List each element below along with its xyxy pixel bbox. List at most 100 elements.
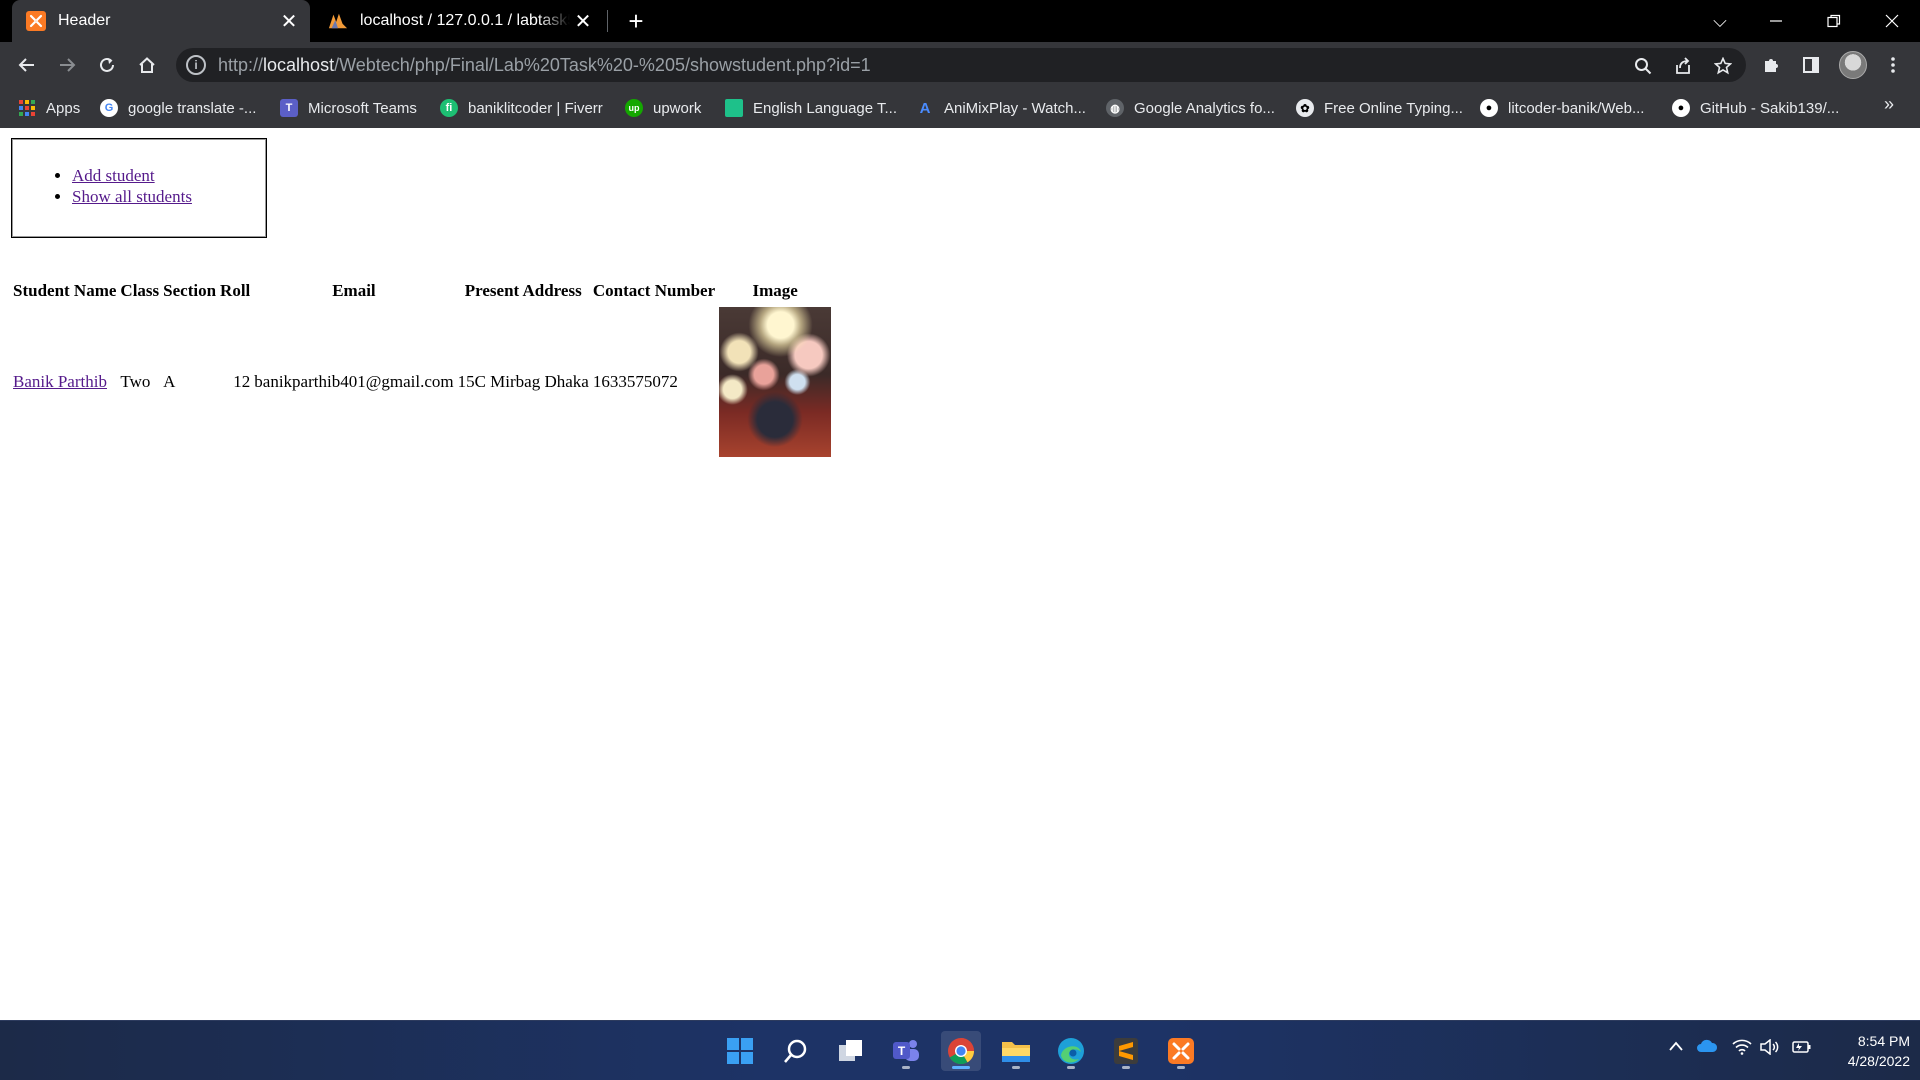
tab-title: Header [58,12,111,29]
system-clock[interactable]: 8:54 PM 4/28/2022 [1820,1031,1910,1071]
cell-student-name: Banik Parthib [12,306,117,458]
phpmyadmin-icon [328,11,348,31]
onedrive-cloud-icon[interactable] [1696,1039,1718,1058]
home-icon[interactable] [132,50,162,80]
volume-icon[interactable] [1760,1038,1780,1060]
close-icon[interactable]: ✕ [570,8,596,34]
windows-start-icon[interactable] [720,1031,760,1071]
new-tab-plus-icon[interactable]: + [622,6,650,36]
cell-present-address: 15C Mirbag Dhaka [457,372,589,391]
share-icon[interactable] [1670,53,1696,79]
column-header-image: Image [752,281,798,300]
chevron-up-icon[interactable] [1668,1039,1684,1057]
bookmark-english-language[interactable]: English Language T... [725,96,897,120]
bookmark-google-analytics[interactable]: ◍ Google Analytics fo... [1106,96,1275,120]
bookmark-apps[interactable]: Apps [18,96,80,120]
task-view-icon[interactable] [831,1031,871,1071]
bookmark-label: Free Online Typing... [1324,99,1463,117]
bookmark-animixplay[interactable]: A AniMixPlay - Watch... [916,96,1086,120]
bookmark-label: Microsoft Teams [308,99,417,117]
tab-title: localhost / 127.0.0.1 / labtask5 / [360,12,570,29]
cell-section: A [163,372,176,391]
student-name-link[interactable]: Banik Parthib [13,372,107,391]
bookmarks-bar: Apps G google translate -... T Microsoft… [0,88,1920,128]
close-icon[interactable]: ✕ [276,8,302,34]
running-indicator [1067,1066,1075,1069]
clock-time: 8:54 PM [1857,1033,1910,1049]
paw-icon: ✿ [1296,99,1314,117]
browser-tab-bar: Header ✕ localhost / 127.0.0.1 / labtask… [0,0,1920,42]
google-icon: G [100,99,118,117]
info-icon[interactable]: i [186,55,206,75]
bookmark-label: AniMixPlay - Watch... [944,99,1086,117]
add-student-link[interactable]: Add student [72,166,155,185]
page-content: Add student Show all students Student Na… [0,128,1920,1020]
battery-icon[interactable] [1790,1039,1812,1060]
sublime-text-icon[interactable] [1106,1031,1146,1071]
browser-toolbar: i http://localhost/Webtech/php/Final/Lab… [0,42,1920,88]
address-bar[interactable]: i http://localhost/Webtech/php/Final/Lab… [176,48,1746,82]
running-indicator [902,1066,910,1069]
bookmark-upwork[interactable]: up upwork [625,96,701,120]
bookmark-github-litcoder[interactable]: ● litcoder-banik/Web... [1480,96,1644,120]
running-indicator [1012,1066,1020,1069]
more-menu-icon[interactable] [1880,52,1906,78]
tab-separator [607,10,608,32]
tab-search-chevron-icon[interactable]: ⌵ [1692,0,1748,42]
search-icon[interactable] [776,1031,816,1071]
bookmark-github-sakib[interactable]: ● GitHub - Sakib139/... [1672,96,1839,120]
zoom-icon[interactable] [1630,53,1656,79]
clock-date: 4/28/2022 [1847,1053,1910,1069]
teams-icon: T [280,99,298,117]
upwork-icon: up [625,99,643,117]
window-close-icon[interactable] [1864,0,1920,42]
bookmark-typing[interactable]: ✿ Free Online Typing... [1296,96,1463,120]
forward-arrow-icon[interactable] [52,50,82,80]
bookmark-fiverr[interactable]: fi baniklitcoder | Fiverr [440,96,603,120]
running-indicator [1122,1066,1130,1069]
running-indicator [1177,1066,1185,1069]
xampp-taskbar-icon[interactable] [1161,1031,1201,1071]
student-photo [719,307,832,457]
reload-icon[interactable] [92,50,122,80]
bookmark-microsoft-teams[interactable]: T Microsoft Teams [280,96,417,120]
github-icon: ● [1672,99,1690,117]
cell-class: Two [120,372,151,391]
side-panel-icon[interactable] [1798,52,1824,78]
github-icon: ● [1480,99,1498,117]
file-explorer-icon[interactable] [996,1031,1036,1071]
student-table: Student Name Class Section Roll Email Pr… [10,276,834,460]
nav-list: Add student Show all students [72,165,192,207]
nav-item: Add student [72,165,192,186]
extensions-puzzle-icon[interactable] [1758,52,1784,78]
edge-icon[interactable] [1051,1031,1091,1071]
nav-menu: Add student Show all students [11,138,267,238]
tab-phpmyadmin[interactable]: localhost / 127.0.0.1 / labtask5 / ✕ [314,0,604,42]
back-arrow-icon[interactable] [12,50,42,80]
table-row: Banik Parthib Two A 12 banikparthib401@g… [12,306,832,458]
bookmark-label: Apps [46,99,81,117]
chrome-icon[interactable] [941,1031,981,1071]
apps-grid-icon [18,99,36,117]
show-all-students-link[interactable]: Show all students [72,187,192,206]
profile-avatar[interactable] [1839,51,1867,79]
column-header-contact-number: Contact Number [592,281,716,300]
bookmark-label: GitHub - Sakib139/... [1700,99,1840,117]
wifi-icon[interactable] [1732,1039,1752,1060]
minimize-icon[interactable] [1748,0,1804,42]
bookmark-label: English Language T... [753,99,898,117]
url-text[interactable]: http://localhost/Webtech/php/Final/Lab%2… [218,55,871,76]
bookmark-google-translate[interactable]: G google translate -... [100,96,256,120]
nav-item: Show all students [72,186,192,207]
running-indicator [952,1066,970,1069]
column-header-class: Class [120,281,160,300]
xampp-icon [26,11,46,31]
chevron-double-right-icon[interactable]: » [1884,94,1894,115]
bookmark-label: baniklitcoder | Fiverr [468,99,603,117]
star-bookmark-icon[interactable] [1710,53,1736,79]
restore-icon[interactable] [1806,0,1862,42]
tab-header[interactable]: Header ✕ [12,0,310,42]
column-header-roll: Roll [220,281,251,300]
teams-chat-icon[interactable]: T [886,1031,926,1071]
bookmark-green-icon [725,99,743,117]
